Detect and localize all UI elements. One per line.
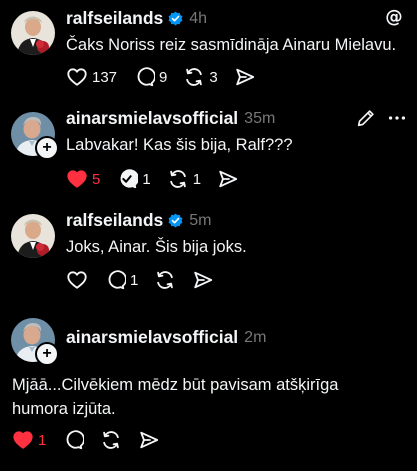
repost-icon (169, 170, 186, 188)
like-button[interactable] (66, 269, 88, 291)
post-text: Labvakar! Kas šis bija, Ralf??? (66, 136, 293, 154)
comment-icon (120, 169, 139, 189)
share-button[interactable] (234, 66, 256, 88)
post-time: 5m (189, 211, 212, 229)
comment-icon (66, 430, 85, 450)
repost-button[interactable]: 1 (167, 168, 201, 190)
username[interactable]: ainarsmielavsofficial (66, 108, 238, 129)
comment-count: 1 (130, 271, 139, 289)
post-time: 2m (244, 328, 267, 346)
comment-button[interactable] (62, 429, 85, 451)
avatar-ralfseilands-image (11, 214, 55, 258)
repost-button[interactable] (100, 429, 122, 451)
post-3: ralfseilands 5m Joks, Ainar. Šis bija jo… (0, 205, 417, 310)
like-count: 5 (92, 170, 101, 188)
comment-button[interactable]: 1 (104, 269, 138, 291)
share-icon (194, 271, 213, 289)
comment-count: 9 (159, 68, 168, 86)
avatar[interactable] (11, 214, 55, 258)
avatar[interactable] (11, 11, 55, 55)
action-bar: 1 (66, 269, 230, 291)
repost-icon (103, 431, 120, 449)
action-bar: 1 (12, 429, 176, 451)
post-time: 35m (244, 109, 276, 127)
avatar[interactable]: + (11, 318, 59, 366)
post-text-line-2: humora izjūta. (12, 400, 116, 418)
repost-count: 3 (209, 68, 218, 86)
username[interactable]: ralfseilands (66, 8, 163, 29)
share-icon (140, 431, 159, 449)
like-button[interactable]: 1 (12, 429, 46, 451)
share-button[interactable] (138, 429, 160, 451)
repost-button[interactable] (154, 269, 176, 291)
heart-icon (67, 170, 87, 188)
comment-button[interactable]: 1 (116, 168, 151, 190)
like-button[interactable]: 5 (66, 168, 100, 190)
edit-icon[interactable] (355, 107, 377, 129)
comment-count: 1 (142, 170, 151, 188)
verified-icon (168, 213, 183, 228)
post-2: + ainarsmielavsofficial 35m Labvakar! Ka… (0, 100, 417, 205)
comment-button[interactable]: 9 (133, 66, 167, 88)
heart-icon (67, 271, 87, 289)
verified-icon (168, 11, 183, 26)
avatar[interactable]: + (11, 112, 59, 160)
username[interactable]: ainarsmielavsofficial (66, 327, 238, 348)
like-count: 1 (38, 431, 47, 449)
share-button[interactable] (192, 269, 214, 291)
avatar-ralfseilands-image (11, 11, 55, 55)
action-bar: 5 1 1 (66, 168, 255, 190)
repost-icon (157, 271, 174, 289)
post-header: ainarsmielavsofficial 2m (66, 327, 266, 348)
post-4: + ainarsmielavsofficial 2m Mjāā...Cilvēk… (0, 310, 417, 471)
comment-icon (137, 67, 156, 87)
heart-icon (67, 68, 87, 86)
like-count: 137 (92, 68, 118, 86)
repost-count: 1 (192, 170, 202, 188)
post-text: Čaks Noriss reiz sasmīdināja Ainaru Miel… (66, 36, 397, 54)
heart-icon (13, 431, 33, 449)
threads-logo-icon[interactable]: @ (383, 6, 405, 28)
post-text-line-1: Mjāā...Cilvēkiem mēdz būt pavisam atšķir… (12, 376, 339, 394)
like-button[interactable]: 137 (66, 66, 117, 88)
post-header: ralfseilands 4h (66, 8, 207, 29)
share-icon (236, 68, 254, 86)
username[interactable]: ralfseilands (66, 210, 163, 231)
svg-text:@: @ (385, 8, 402, 28)
plus-icon[interactable]: + (35, 136, 59, 160)
action-bar: 137 9 3 (66, 66, 272, 88)
plus-icon[interactable]: + (35, 342, 59, 366)
share-button[interactable] (217, 168, 239, 190)
post-text: Joks, Ainar. Šis bija joks. (66, 238, 247, 256)
post-1: ralfseilands 4h @ Čaks Noriss reiz sasmī… (0, 0, 417, 100)
post-time: 4h (189, 9, 208, 27)
more-icon[interactable] (386, 107, 408, 129)
post-header: ralfseilands 5m (66, 210, 212, 231)
comment-icon (108, 270, 126, 290)
repost-icon (186, 68, 203, 86)
post-header: ainarsmielavsofficial 35m (66, 108, 275, 129)
share-icon (219, 170, 238, 188)
repost-button[interactable]: 3 (183, 66, 218, 88)
